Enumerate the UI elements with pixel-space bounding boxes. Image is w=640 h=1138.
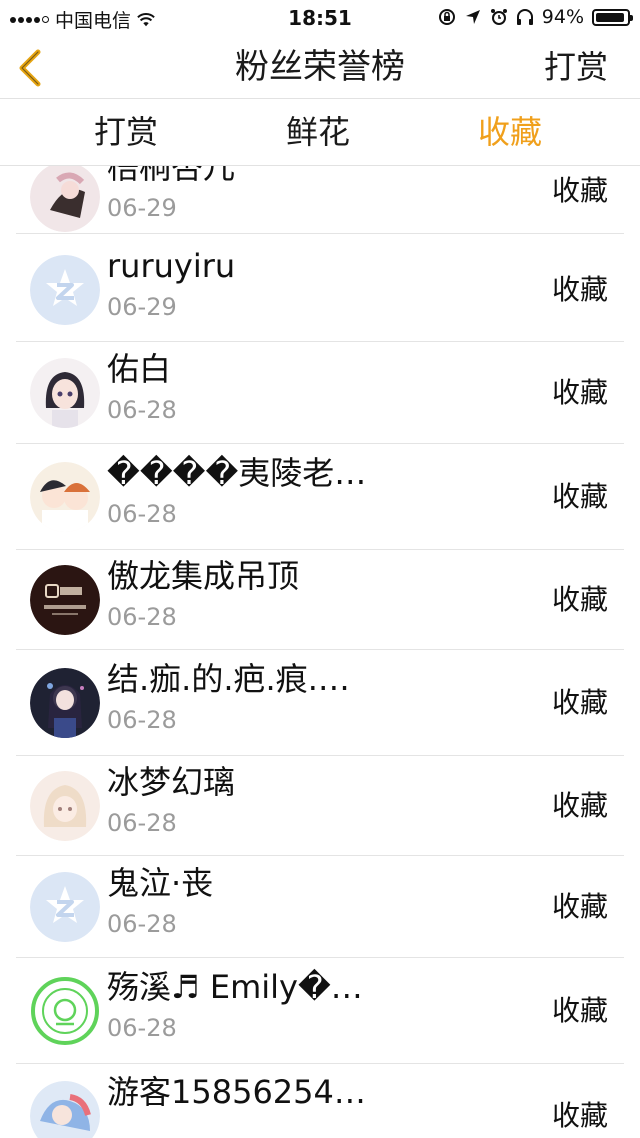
location-icon bbox=[464, 8, 482, 26]
list-item[interactable]: 傲龙集成吊顶 06-28 收藏 bbox=[0, 550, 640, 650]
favorite-action-label: 收藏 bbox=[551, 273, 608, 306]
favorite-action-label: 收藏 bbox=[551, 480, 608, 513]
avatar[interactable] bbox=[30, 462, 100, 532]
avatar[interactable] bbox=[30, 872, 100, 942]
favorite-action-label: 收藏 bbox=[551, 686, 608, 719]
user-name: 冰梦幻璃 bbox=[107, 763, 236, 801]
list-item[interactable]: 冰梦幻璃 06-28 收藏 bbox=[0, 756, 640, 856]
avatar[interactable] bbox=[30, 565, 100, 635]
favorite-action-label: 收藏 bbox=[551, 376, 608, 409]
list-item[interactable]: ruruyiru 06-29 收藏 bbox=[0, 238, 640, 342]
list-item[interactable]: 游客15856254… 收藏 bbox=[0, 1064, 640, 1138]
tab-favorites[interactable]: 收藏 bbox=[430, 107, 590, 157]
user-name: 结.痂.的.疤.痕.… bbox=[107, 660, 350, 698]
avatar[interactable] bbox=[30, 255, 100, 325]
date-label: 06-29 bbox=[107, 293, 177, 321]
user-name: 梧桐杏儿 bbox=[107, 166, 236, 186]
date-label: 06-28 bbox=[107, 706, 177, 734]
fan-list[interactable]: 梧桐杏儿 06-29 收藏 ruruyiru 06-29 收藏 佑白 06-28 收藏 ����夷… bbox=[0, 166, 640, 1138]
list-item[interactable]: 梧桐杏儿 06-29 收藏 bbox=[0, 166, 640, 234]
favorite-action-label: 收藏 bbox=[551, 789, 608, 822]
alarm-icon bbox=[490, 8, 508, 26]
avatar[interactable] bbox=[30, 166, 100, 232]
list-item[interactable]: 佑白 06-28 收藏 bbox=[0, 342, 640, 444]
favorite-action-label: 收藏 bbox=[551, 174, 608, 207]
user-name: ����夷陵老… bbox=[107, 454, 367, 492]
date-label: 06-28 bbox=[107, 910, 177, 938]
date-label: 06-29 bbox=[107, 194, 177, 222]
avatar[interactable] bbox=[30, 668, 100, 738]
avatar[interactable] bbox=[30, 358, 100, 428]
row-divider bbox=[16, 233, 624, 234]
user-name: 游客15856254… bbox=[107, 1073, 366, 1111]
navigation-bar: 粉丝荣誉榜 打赏 bbox=[0, 36, 640, 99]
tab-reward[interactable]: 打赏 bbox=[46, 107, 206, 157]
list-item[interactable]: ����夷陵老… 06-28 收藏 bbox=[0, 444, 640, 550]
date-label: 06-28 bbox=[107, 1014, 177, 1042]
user-name: 佑白 bbox=[107, 350, 172, 388]
user-name: ruruyiru bbox=[107, 247, 236, 285]
battery-percent: 94% bbox=[541, 6, 584, 28]
list-item[interactable]: 殇溪♬ Emily�… 06-28 收藏 bbox=[0, 958, 640, 1064]
user-name: 殇溪♬ Emily�… bbox=[107, 968, 363, 1006]
date-label: 06-28 bbox=[107, 809, 177, 837]
tab-bar: 打赏 鲜花 收藏 bbox=[0, 99, 640, 166]
status-right: 94% bbox=[438, 6, 633, 28]
user-name: 鬼泣·丧 bbox=[107, 864, 214, 902]
headphones-icon bbox=[516, 8, 534, 26]
favorite-action-label: 收藏 bbox=[551, 1099, 608, 1132]
date-label: 06-28 bbox=[107, 396, 177, 424]
avatar[interactable] bbox=[30, 1081, 100, 1138]
favorite-action-label: 收藏 bbox=[551, 994, 608, 1027]
orientation-lock-icon bbox=[438, 8, 456, 26]
avatar[interactable] bbox=[30, 976, 100, 1046]
user-name: 傲龙集成吊顶 bbox=[107, 557, 300, 595]
date-label: 06-28 bbox=[107, 603, 177, 631]
favorite-action-label: 收藏 bbox=[551, 583, 608, 616]
tab-flowers[interactable]: 鲜花 bbox=[238, 107, 398, 157]
list-item[interactable]: 鬼泣·丧 06-28 收藏 bbox=[0, 856, 640, 958]
list-item[interactable]: 结.痂.的.疤.痕.… 06-28 收藏 bbox=[0, 650, 640, 756]
favorite-action-label: 收藏 bbox=[551, 890, 608, 923]
reward-button[interactable]: 打赏 bbox=[544, 42, 608, 92]
avatar[interactable] bbox=[30, 771, 100, 841]
status-bar: 中国电信 18:51 94% bbox=[0, 0, 640, 36]
battery-icon bbox=[592, 8, 633, 26]
date-label: 06-28 bbox=[107, 500, 177, 528]
